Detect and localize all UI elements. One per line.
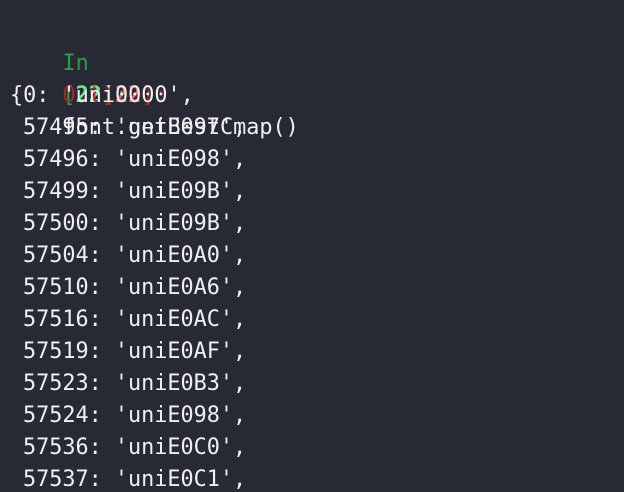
output-entry-line: 57510: 'uniE0A6',	[10, 272, 624, 304]
output-first-line: {0: 'uni0000',	[10, 83, 194, 108]
input-prompt-line[interactable]: In [22]: font.getBestCmap()	[10, 16, 624, 140]
entry-text: 57510: 'uniE0A6',	[23, 275, 247, 300]
entry-text: 57495: 'uniE097',	[23, 115, 247, 140]
entry-text: 57516: 'uniE0AC',	[23, 307, 247, 332]
output-entry-line: 57524: 'uniE098',	[10, 400, 624, 432]
output-prompt-line: Out[22]:	[10, 48, 624, 108]
entry-text: 57499: 'uniE09B',	[23, 179, 247, 204]
output-entry-line: 57537: 'uniE0C1',	[10, 464, 624, 492]
console-output-area: In [22]: font.getBestCmap() Out[22]: {0:…	[0, 0, 624, 492]
output-entry-line: 57516: 'uniE0AC',	[10, 304, 624, 336]
entry-text: 57519: 'uniE0AF',	[23, 339, 247, 364]
output-entry-line: 57495: 'uniE097',	[10, 112, 624, 144]
entry-text: 57536: 'uniE0C0',	[23, 435, 247, 460]
output-entry-line: 57536: 'uniE0C0',	[10, 432, 624, 464]
entry-text: 57537: 'uniE0C1',	[23, 467, 247, 492]
entry-text: 57523: 'uniE0B3',	[23, 371, 247, 396]
entry-text: 57504: 'uniE0A0',	[23, 243, 247, 268]
output-entry-list: 57495: 'uniE097', 57496: 'uniE098', 57499:…	[10, 112, 624, 492]
entry-text: 57524: 'uniE098',	[23, 403, 247, 428]
output-entry-line: 57519: 'uniE0AF',	[10, 336, 624, 368]
output-entry-line: 57504: 'uniE0A0',	[10, 240, 624, 272]
output-entry-line: 57496: 'uniE098',	[10, 144, 624, 176]
output-entry-line: 57499: 'uniE09B',	[10, 176, 624, 208]
entry-text: 57500: 'uniE09B',	[23, 211, 247, 236]
in-prompt-label: In	[62, 51, 89, 76]
output-entry-line: 57523: 'uniE0B3',	[10, 368, 624, 400]
output-entry-line: 57500: 'uniE09B',	[10, 208, 624, 240]
entry-text: 57496: 'uniE098',	[23, 147, 247, 172]
